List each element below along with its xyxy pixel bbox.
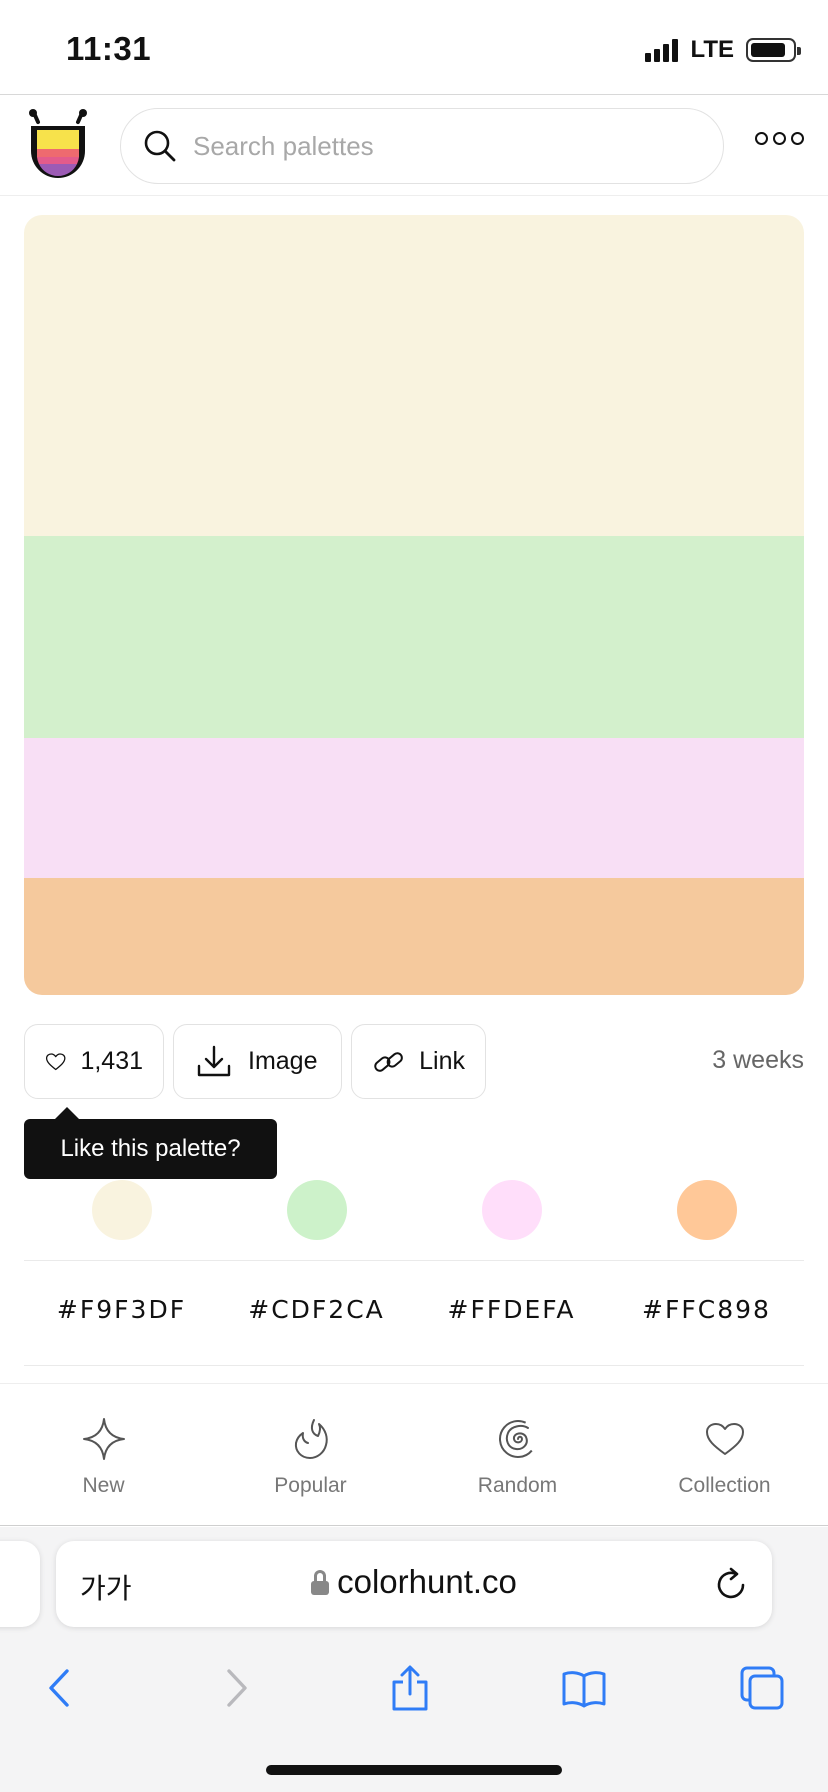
color-dots	[0, 1180, 828, 1240]
browser-toolbar	[0, 1652, 828, 1732]
tabs-icon[interactable]	[738, 1664, 786, 1712]
nav-collection[interactable]: Collection	[621, 1384, 828, 1525]
color-code[interactable]: #FFDEFA	[414, 1295, 609, 1324]
bottom-nav: New Popular Random Collection	[0, 1383, 828, 1526]
color-dot[interactable]	[92, 1180, 152, 1240]
heart-icon	[45, 1052, 66, 1070]
battery-icon	[746, 38, 801, 62]
site-header: Search palettes	[0, 96, 828, 196]
nav-label: Collection	[678, 1474, 771, 1497]
palette-age: 3 weeks	[712, 1046, 804, 1074]
url-display[interactable]: colorhunt.co	[56, 1563, 772, 1601]
address-bar[interactable]: 가가 colorhunt.co	[56, 1541, 772, 1627]
color-code[interactable]: #F9F3DF	[24, 1295, 219, 1324]
image-label: Image	[248, 1047, 318, 1075]
palette-actions: 1,431 Image Link	[24, 1024, 486, 1099]
nav-label: New	[82, 1474, 125, 1497]
color-codes: #F9F3DF #CDF2CA #FFDEFA #FFC898	[24, 1295, 804, 1335]
heart-icon	[705, 1423, 744, 1455]
color-code[interactable]: #FFC898	[609, 1295, 804, 1324]
home-indicator	[266, 1765, 562, 1775]
signal-icon	[645, 38, 679, 62]
search-icon	[144, 130, 176, 162]
nav-random[interactable]: Random	[414, 1384, 621, 1525]
browser-chrome: 가가 colorhunt.co	[0, 1527, 828, 1792]
swatch-1[interactable]	[24, 215, 804, 536]
status-bar: 11:31 LTE	[0, 0, 828, 95]
palette-card[interactable]	[24, 215, 804, 995]
flame-icon	[294, 1419, 328, 1459]
like-tooltip: Like this palette?	[24, 1107, 277, 1179]
spiral-icon	[498, 1420, 537, 1458]
swatch-2[interactable]	[24, 536, 804, 738]
share-icon[interactable]	[386, 1664, 434, 1712]
nav-label: Popular	[274, 1474, 347, 1497]
lock-icon	[311, 1570, 330, 1595]
nav-popular[interactable]: Popular	[207, 1384, 414, 1525]
download-icon	[197, 1045, 231, 1076]
color-dot[interactable]	[677, 1180, 737, 1240]
link-icon	[374, 1051, 403, 1072]
link-label: Link	[419, 1047, 465, 1075]
color-dot[interactable]	[482, 1180, 542, 1240]
search-input[interactable]: Search palettes	[120, 108, 724, 184]
nav-new[interactable]: New	[0, 1384, 207, 1525]
status-indicators: LTE	[645, 36, 801, 64]
tongue-face-logo[interactable]	[24, 109, 92, 183]
copy-link-button[interactable]: Link	[351, 1024, 486, 1099]
forward-icon[interactable]	[212, 1664, 260, 1712]
color-code[interactable]: #CDF2CA	[219, 1295, 414, 1324]
divider	[24, 1260, 804, 1261]
swatch-4[interactable]	[24, 878, 804, 995]
url-text: colorhunt.co	[337, 1563, 517, 1600]
reload-icon[interactable]	[712, 1565, 750, 1603]
network-type: LTE	[690, 36, 734, 63]
search-placeholder: Search palettes	[193, 130, 374, 161]
like-count: 1,431	[80, 1047, 143, 1075]
like-button[interactable]: 1,431	[24, 1024, 164, 1099]
nav-label: Random	[477, 1474, 558, 1497]
status-time: 11:31	[66, 30, 152, 67]
previous-tab-preview[interactable]	[0, 1541, 40, 1627]
back-icon[interactable]	[36, 1664, 84, 1712]
download-image-button[interactable]: Image	[173, 1024, 342, 1099]
swatch-3[interactable]	[24, 738, 804, 878]
color-dot[interactable]	[287, 1180, 347, 1240]
divider	[24, 1365, 804, 1366]
bookmarks-icon[interactable]	[560, 1664, 608, 1712]
sparkle-icon	[82, 1418, 125, 1460]
more-options-icon[interactable]	[755, 132, 804, 145]
